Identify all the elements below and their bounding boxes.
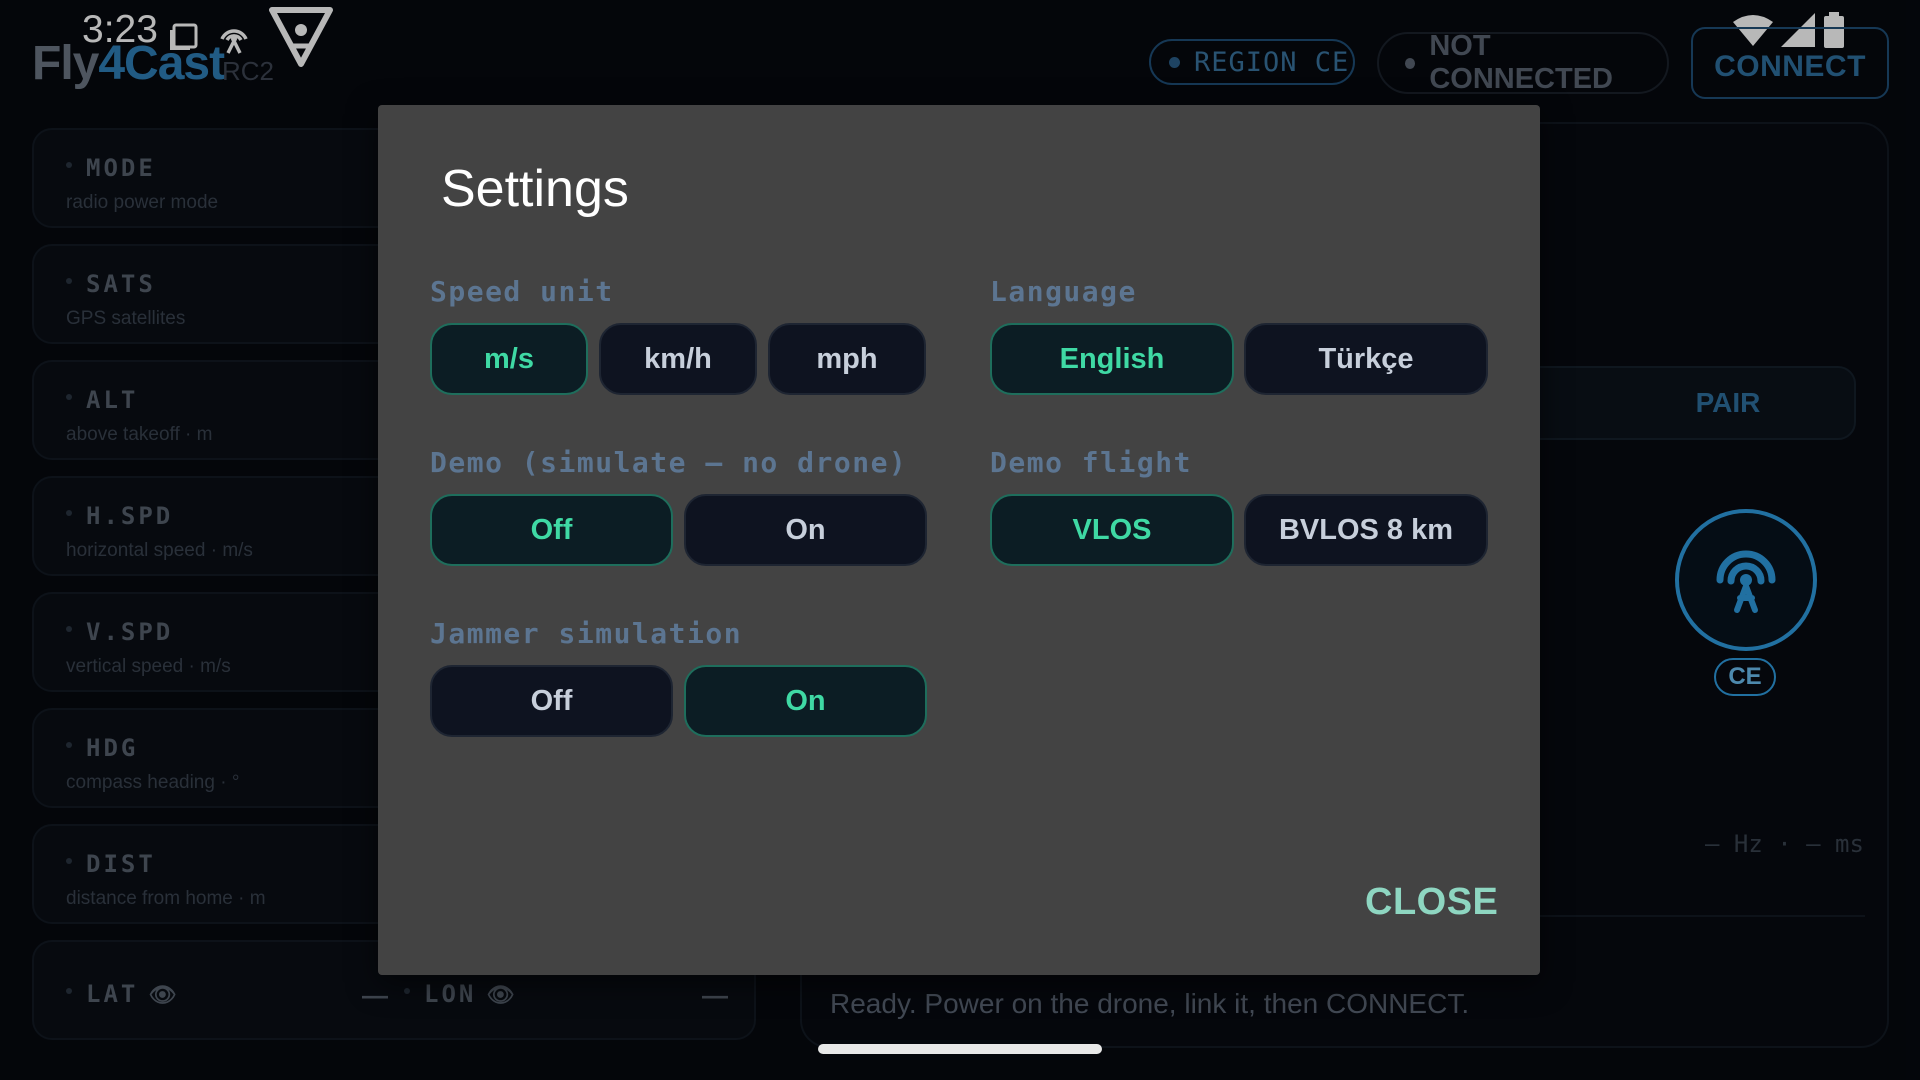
demo-flight-vlos-option[interactable]: VLOS — [990, 494, 1234, 566]
demo-flight-label: Demo flight — [990, 446, 1192, 479]
demo-off-option[interactable]: Off — [430, 494, 673, 566]
speed-unit-label: Speed unit — [430, 275, 614, 308]
language-turkish-option[interactable]: Türkçe — [1244, 323, 1488, 395]
demo-on-option[interactable]: On — [684, 494, 927, 566]
jammer-label: Jammer simulation — [430, 617, 743, 650]
demo-label: Demo (simulate — no drone) — [430, 446, 908, 479]
settings-dialog: Settings Speed unit m/s km/h mph Languag… — [378, 105, 1540, 975]
speed-unit-ms-option[interactable]: m/s — [430, 323, 588, 395]
close-button[interactable]: CLOSE — [1365, 881, 1498, 924]
jammer-off-option[interactable]: Off — [430, 665, 673, 737]
speed-unit-kmh-option[interactable]: km/h — [599, 323, 757, 395]
dialog-title: Settings — [441, 160, 629, 218]
demo-flight-bvlos-option[interactable]: BVLOS 8 km — [1244, 494, 1488, 566]
language-label: Language — [990, 275, 1137, 308]
language-english-option[interactable]: English — [990, 323, 1234, 395]
jammer-on-option[interactable]: On — [684, 665, 927, 737]
gesture-home-bar[interactable] — [818, 1044, 1102, 1054]
speed-unit-mph-option[interactable]: mph — [768, 323, 926, 395]
